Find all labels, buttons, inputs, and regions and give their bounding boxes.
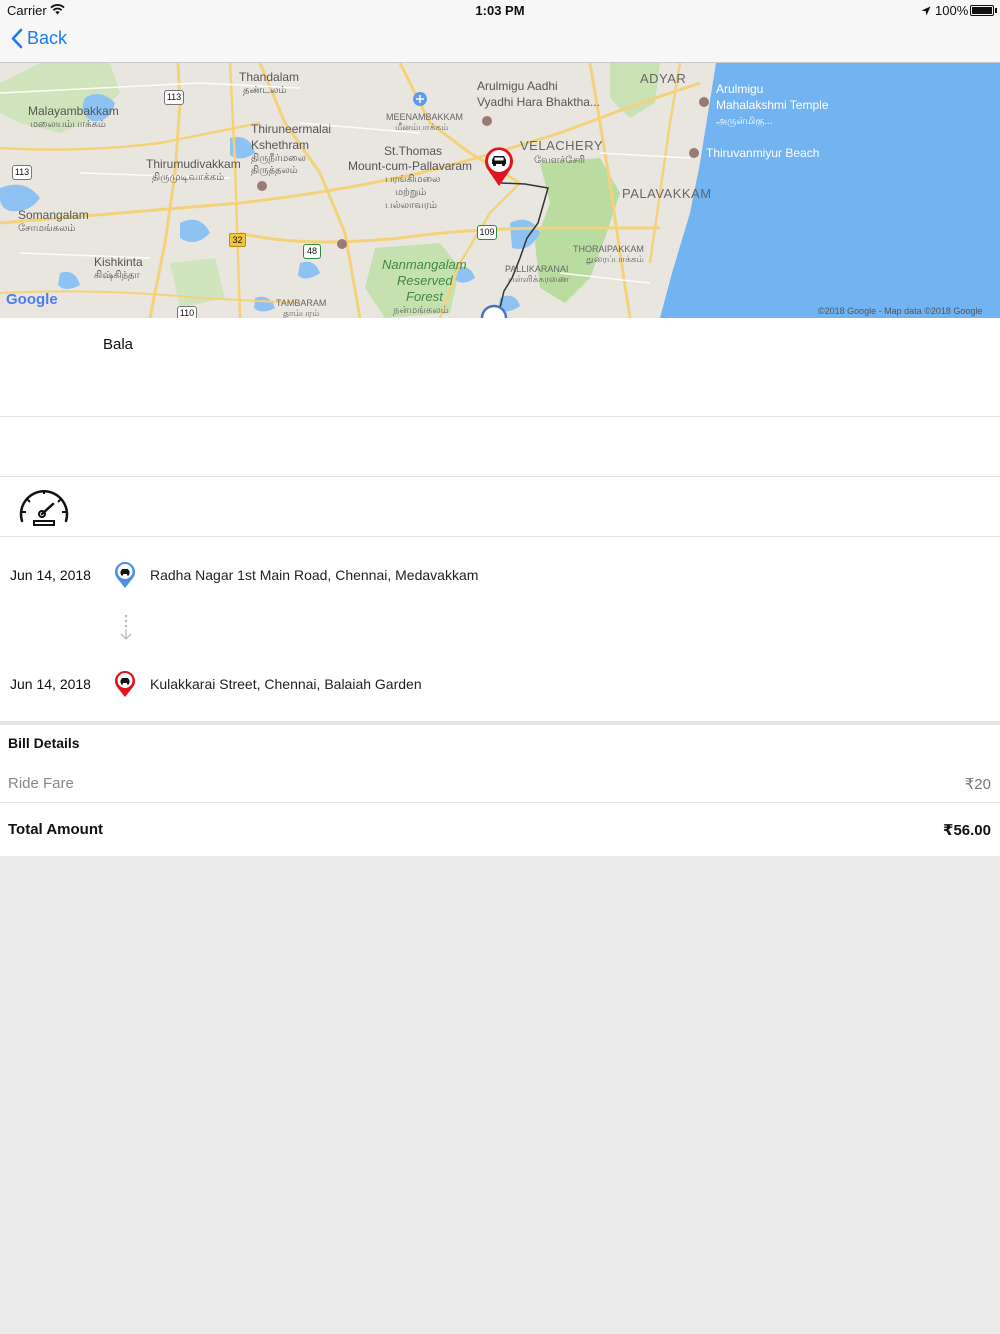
battery-tip [995, 8, 997, 13]
highway-shield: 32 [229, 233, 246, 247]
clock: 1:03 PM [475, 3, 525, 18]
driver-row: Bala [0, 318, 1000, 417]
map-label: Mount-cum-Pallavaram [348, 159, 473, 173]
bill-divider [0, 802, 1000, 803]
driver-name: Bala [103, 336, 134, 353]
highway-shield: 113 [12, 165, 32, 180]
map-label: Thandalam [239, 70, 300, 84]
map-label: சோமங்கலம் [18, 223, 76, 234]
map-label: மற்றும் [395, 187, 427, 198]
map-label: கிஷ்கிந்தா [94, 270, 140, 281]
navigation-bar: Back [0, 22, 1000, 63]
location-arrow-icon [921, 6, 931, 16]
map-label: Nanmangalam [382, 257, 467, 272]
route-map[interactable]: 113 113 32 48 109 110 Thandalam தண்டலம் … [0, 63, 1000, 318]
total-amount-label: Total Amount [8, 821, 103, 838]
pickup-address: Radha Nagar 1st Main Road, Chennai, Meda… [150, 567, 479, 583]
speedometer-icon [19, 490, 69, 526]
map-label: Arulmigu Aadhi [477, 79, 558, 93]
ride-fare-label: Ride Fare [8, 775, 74, 792]
map-label: திருமுடிவாக்கம் [152, 172, 225, 183]
map-label: துரைப்பாக்கம் [586, 254, 644, 264]
highway-shield: 48 [303, 244, 321, 259]
map-label: மீனம்பாக்கம் [395, 122, 449, 132]
back-button[interactable]: Back [10, 28, 67, 49]
map-label: St.Thomas [384, 144, 443, 158]
battery-icon [970, 5, 994, 16]
map-label: அருள்மிகு... [716, 116, 773, 127]
ride-details-panel: Bala Jun 14, 2018 Radha Nagar 1st Main R… [0, 318, 1000, 856]
map-label: வேளச்சேரி [534, 155, 586, 166]
empty-row [0, 417, 1000, 477]
highway-shield: 110 [177, 306, 197, 318]
map-label: Thirumudivakkam [146, 157, 241, 171]
pickup-date: Jun 14, 2018 [10, 567, 91, 583]
highway-shield: 113 [164, 90, 184, 105]
map-label: பல்லாவரம் [385, 200, 438, 211]
map-label: PALAVAKKAM [622, 186, 712, 201]
route-connector-icon [120, 614, 132, 640]
map-label: மலையம்பாக்கம் [30, 119, 106, 130]
map-label: Somangalam [18, 208, 89, 222]
battery-percent: 100% [935, 3, 969, 18]
map-label: திருத்தலம் [251, 165, 298, 176]
dropoff-pin-icon [115, 671, 135, 697]
map-label: Kishkinta [94, 255, 143, 269]
map-label: Forest [406, 289, 443, 304]
ride-fare-value: ₹20 [964, 776, 991, 793]
map-label: Thiruneermalai [251, 122, 332, 136]
dropoff-date: Jun 14, 2018 [10, 676, 91, 692]
map-label: Mahalakshmi Temple [716, 98, 829, 112]
back-label: Back [27, 28, 68, 48]
map-label: Vyadhi Hara Bhaktha... [477, 95, 600, 109]
section-divider [0, 721, 1000, 725]
map-label: தாம்பரம் [283, 308, 320, 318]
bill-details-title: Bill Details [8, 735, 80, 751]
map-label: தண்டலம் [243, 85, 287, 96]
map-label: Thiruvanmiyur Beach [706, 146, 820, 160]
status-bar: Carrier 1:03 PM 100% [0, 0, 1000, 22]
map-label: Reserved [397, 273, 453, 288]
map-label: Arulmigu [716, 82, 764, 96]
total-amount-value: ₹56.00 [943, 822, 991, 839]
pickup-pin-icon [115, 562, 135, 588]
map-label: பரங்கிமலை [385, 174, 441, 185]
map-label: Kshethram [251, 138, 310, 152]
highway-shield: 109 [477, 225, 497, 240]
meter-row [0, 477, 1000, 537]
map-label: பள்ளிக்கரணை [508, 274, 569, 284]
car-location-pin-icon[interactable] [482, 145, 516, 187]
dropoff-address: Kulakkarai Street, Chennai, Balaiah Gard… [150, 676, 422, 692]
map-label: ADYAR [640, 71, 687, 86]
chevron-left-icon [11, 28, 23, 49]
map-label: நன்மங்கலம் [393, 305, 449, 316]
map-attribution[interactable]: ©2018 Google - Map data ©2018 Google [818, 306, 982, 316]
google-logo: Google [6, 291, 58, 308]
map-label: Malayambakkam [28, 104, 119, 118]
map-label: VELACHERY [520, 138, 604, 153]
